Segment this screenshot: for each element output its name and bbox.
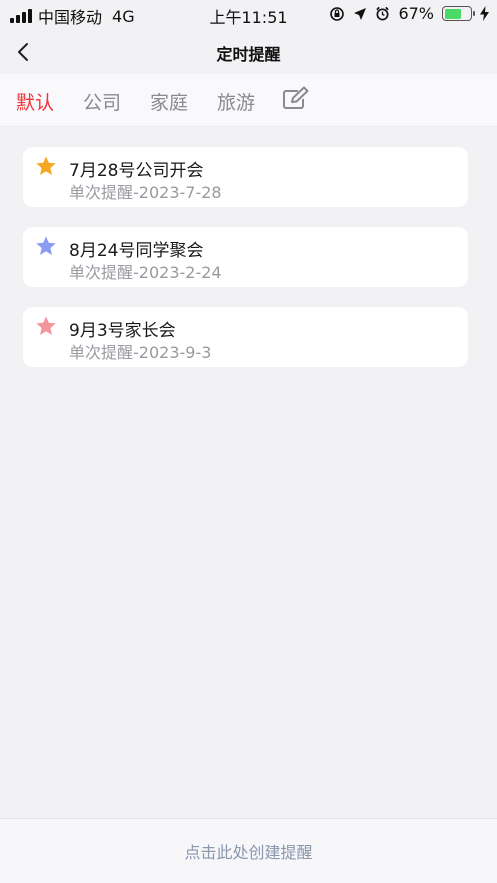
battery-icon <box>442 6 475 21</box>
reminder-title: 9月3号家长会 <box>69 321 176 341</box>
nav-bar: 定时提醒 <box>0 29 497 74</box>
charging-icon <box>480 6 489 21</box>
tab-company[interactable]: 公司 <box>83 88 121 115</box>
battery-percent: 67% <box>398 4 434 23</box>
tab-travel[interactable]: 旅游 <box>217 88 255 115</box>
reminder-subtitle: 单次提醒-2023-2-24 <box>69 263 222 282</box>
reminder-card[interactable]: 8月24号同学聚会 单次提醒-2023-2-24 <box>23 227 468 287</box>
reminder-card[interactable]: 7月28号公司开会 单次提醒-2023-7-28 <box>23 147 468 207</box>
battery-level-fill <box>444 8 462 19</box>
star-icon <box>36 156 56 175</box>
reminder-title: 7月28号公司开会 <box>69 161 204 181</box>
reminder-title: 8月24号同学聚会 <box>69 241 204 261</box>
star-icon <box>36 316 56 335</box>
reminder-card[interactable]: 9月3号家长会 单次提醒-2023-9-3 <box>23 307 468 367</box>
alarm-icon <box>376 6 390 21</box>
page-title: 定时提醒 <box>216 45 281 64</box>
tab-family[interactable]: 家庭 <box>150 88 188 115</box>
star-icon <box>36 236 56 255</box>
edit-categories-button[interactable] <box>282 86 310 112</box>
edit-icon <box>283 86 309 109</box>
category-tabs: 默认 公司 家庭 旅游 <box>0 74 497 127</box>
reminder-subtitle: 单次提醒-2023-9-3 <box>69 343 212 362</box>
create-reminder-button[interactable]: 点击此处创建提醒 <box>0 839 497 863</box>
bottom-bar: 点击此处创建提醒 <box>0 818 497 883</box>
tab-default[interactable]: 默认 <box>16 88 54 115</box>
status-right: 67% <box>329 4 489 23</box>
chevron-left-icon <box>18 43 28 61</box>
status-bar: 中国移动 4G 上午11:51 67% <box>0 0 497 29</box>
location-icon <box>354 7 367 20</box>
lock-rotation-icon <box>330 6 345 21</box>
reminder-subtitle: 单次提醒-2023-7-28 <box>69 183 222 202</box>
back-button[interactable] <box>8 35 38 67</box>
